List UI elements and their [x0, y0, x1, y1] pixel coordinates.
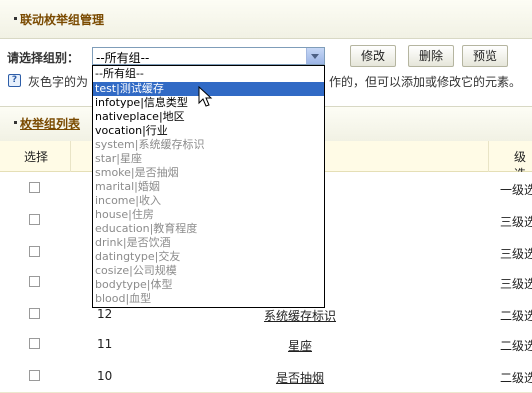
group-select[interactable]: --所有组-- — [92, 47, 325, 65]
row-id: 12 — [97, 307, 113, 321]
group-select-label: 请选择组别： — [7, 51, 80, 65]
row-checkbox[interactable] — [29, 370, 40, 381]
row-checkbox[interactable] — [29, 308, 40, 319]
row-level: 一级选 — [500, 183, 532, 197]
page-title: 联动枚举组管理 — [20, 13, 105, 27]
edit-button[interactable]: 修改 — [350, 45, 396, 67]
row-id: 11 — [97, 337, 113, 351]
preview-button[interactable]: 预览 — [462, 45, 508, 67]
row-level: 三级选 — [500, 277, 532, 291]
dropdown-option[interactable]: system|系统缓存标识 — [93, 138, 324, 152]
dropdown-option[interactable]: education|教育程度 — [93, 222, 324, 236]
table-row: 10 是否抽烟 二级选 — [0, 360, 532, 393]
row-checkbox[interactable] — [29, 276, 40, 287]
dropdown-option[interactable]: drink|是否饮酒 — [93, 236, 324, 250]
row-level: 三级选 — [500, 215, 532, 229]
bullet-icon — [14, 17, 17, 20]
section-header: 联动枚举组管理 — [0, 0, 532, 39]
table-row: 11 星座 二级选 — [0, 328, 532, 361]
group-select-value: --所有组-- — [96, 51, 150, 65]
help-icon: ? — [8, 74, 21, 87]
dropdown-option[interactable]: cosize|公司规模 — [93, 264, 324, 278]
dropdown-option[interactable]: blood|血型 — [93, 292, 324, 306]
column-select: 选择 — [24, 150, 49, 164]
dropdown-option[interactable]: income|收入 — [93, 194, 324, 208]
dropdown-option[interactable]: bodytype|体型 — [93, 278, 324, 292]
dropdown-option[interactable]: star|星座 — [93, 152, 324, 166]
dropdown-option[interactable]: marital|婚姻 — [93, 180, 324, 194]
row-checkbox[interactable] — [29, 182, 40, 193]
row-name-link[interactable]: 是否抽烟 — [260, 369, 340, 386]
dropdown-option[interactable]: nativeplace|地区 — [93, 110, 324, 124]
dropdown-option[interactable]: datingtype|交友 — [93, 250, 324, 264]
row-name-link[interactable]: 星座 — [260, 337, 340, 354]
hint-text-left: 灰色字的为 — [28, 75, 89, 89]
row-level: 二级选 — [500, 371, 532, 385]
row-name-link[interactable]: 系统缓存标识 — [260, 307, 340, 324]
dropdown-option[interactable]: smoke|是否抽烟 — [93, 166, 324, 180]
row-level: 二级选 — [500, 309, 532, 323]
chevron-down-icon[interactable] — [306, 48, 324, 64]
bullet-icon — [14, 121, 17, 124]
row-id: 10 — [97, 369, 113, 383]
dropdown-option[interactable]: vocation|行业 — [93, 124, 324, 138]
hint-text-right: 作的，但可以添加或修改它的元素。 — [329, 75, 522, 89]
row-checkbox[interactable] — [29, 246, 40, 257]
delete-button[interactable]: 删除 — [408, 45, 454, 67]
dropdown-option[interactable]: house|住房 — [93, 208, 324, 222]
row-level: 三级选 — [500, 247, 532, 261]
mouse-pointer-icon — [198, 86, 213, 107]
list-title[interactable]: 枚举组列表 — [20, 115, 80, 132]
row-checkbox[interactable] — [29, 338, 40, 349]
row-level: 二级选 — [500, 339, 532, 353]
dropdown-option[interactable]: --所有组-- — [93, 67, 324, 81]
row-checkbox[interactable] — [29, 214, 40, 225]
